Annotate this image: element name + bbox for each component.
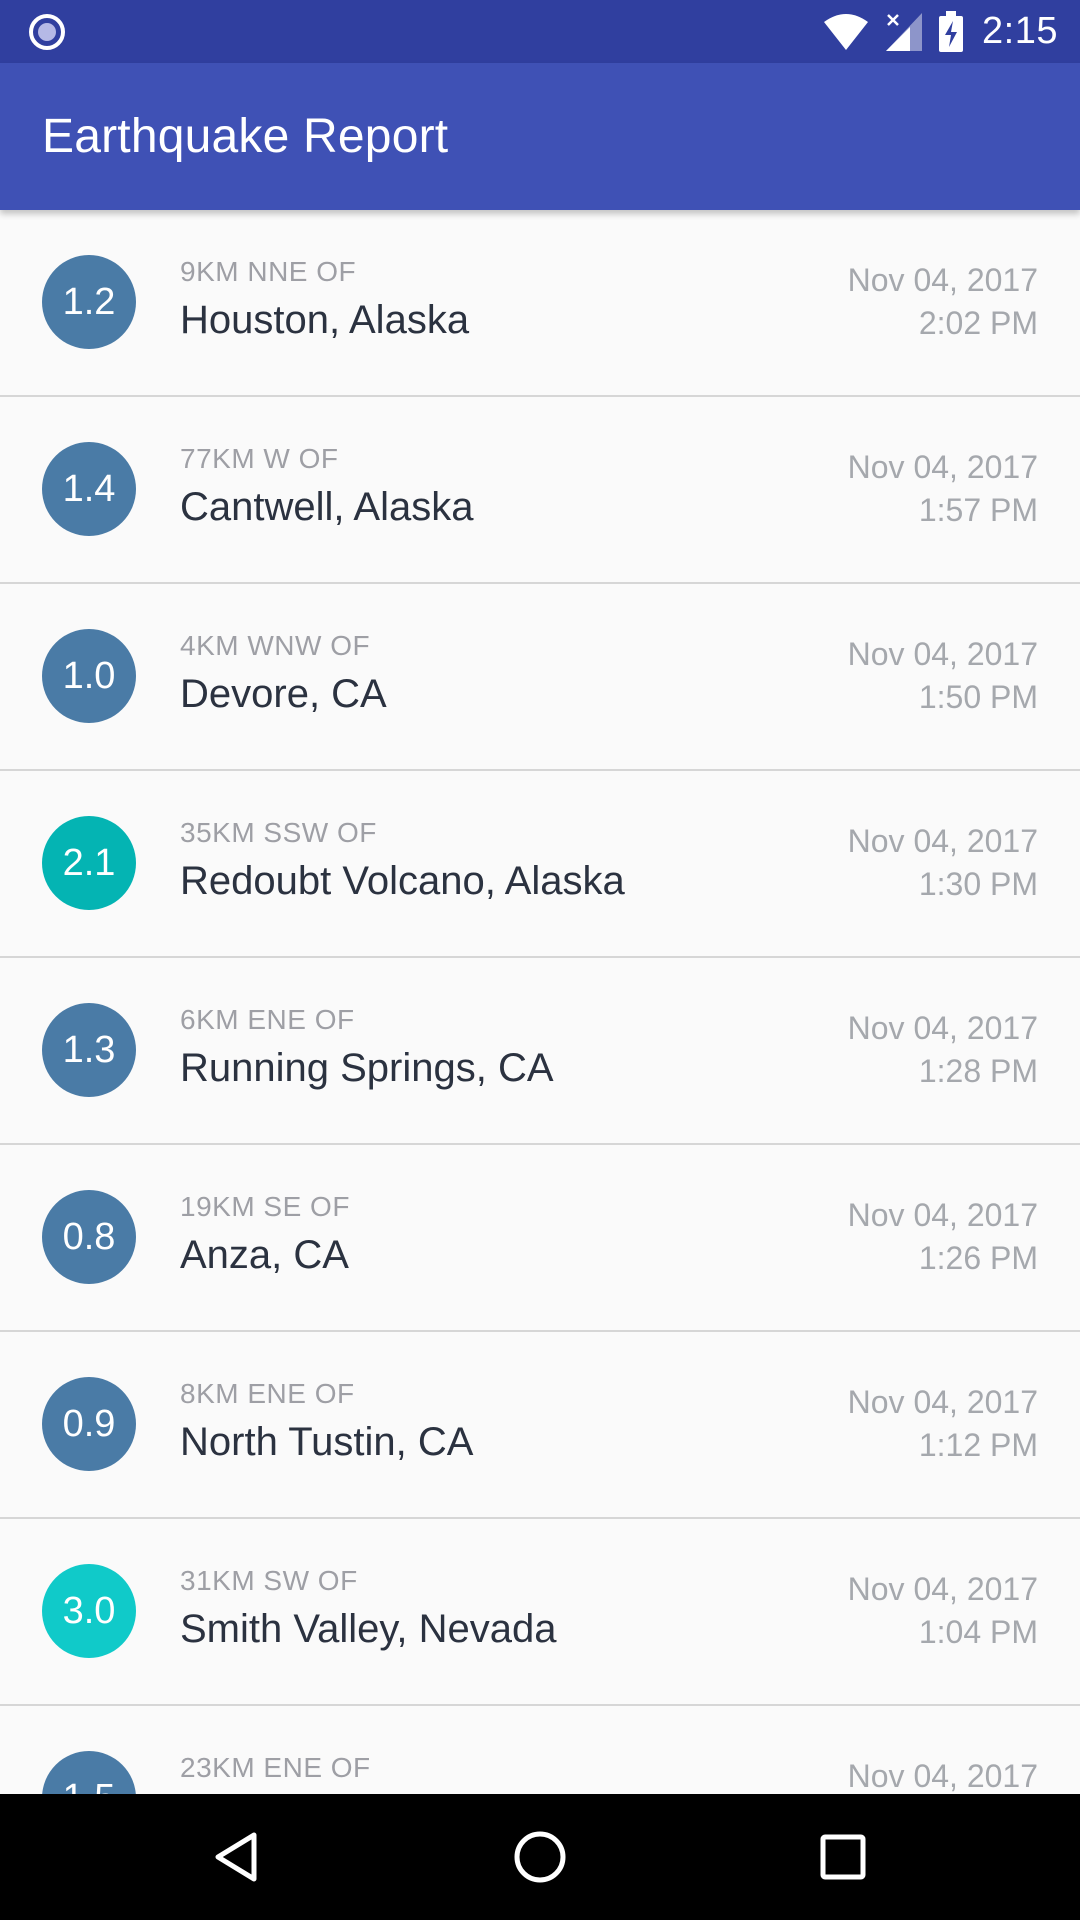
quake-date: Nov 04, 2017 (847, 1197, 1038, 1233)
list-item[interactable]: 2.1 35KM SSW OF Redoubt Volcano, Alaska Nov… (0, 771, 1080, 958)
wifi-icon (822, 12, 870, 52)
location-offset: 31KM SW OF (180, 1565, 358, 1596)
location-offset: 35KM SSW OF (180, 817, 377, 848)
quake-date: Nov 04, 2017 (847, 1571, 1038, 1607)
status-icons: 2:15 (822, 0, 1058, 63)
magnitude-badge: 1.0 (42, 629, 136, 723)
magnitude-badge: 2.1 (42, 816, 136, 910)
status-bar: 2:15 (0, 0, 1080, 63)
list-item[interactable]: 3.0 31KM SW OF Smith Valley, Nevada Nov 04,… (0, 1519, 1080, 1706)
app-bar: Earthquake Report (0, 63, 1080, 210)
primary-location: Cantwell, Alaska (180, 485, 474, 529)
list-item[interactable]: 1.2 9KM NNE OF Houston, Alaska Nov 04, 2017… (0, 210, 1080, 397)
quake-time: 1:50 PM (918, 679, 1038, 715)
list-item[interactable]: 0.9 8KM ENE OF North Tustin, CA Nov 04, 201… (0, 1332, 1080, 1519)
primary-location: Redoubt Volcano, Alaska (180, 859, 625, 903)
recents-icon[interactable] (803, 1817, 883, 1897)
primary-location: Devore, CA (180, 672, 387, 716)
location-offset: 8KM ENE OF (180, 1378, 355, 1409)
cellular-no-signal-icon (884, 11, 924, 53)
primary-location: North Tustin, CA (180, 1420, 474, 1464)
magnitude-badge: 1.3 (42, 1003, 136, 1097)
list-item[interactable]: 1.0 4KM WNW OF Devore, CA Nov 04, 2017 1:50 … (0, 584, 1080, 771)
magnitude-badge: 1.5 (42, 1751, 136, 1794)
quake-date: Nov 04, 2017 (847, 1010, 1038, 1046)
quake-time: 1:30 PM (918, 866, 1038, 902)
quake-time: 1:12 PM (918, 1427, 1038, 1463)
quake-date: Nov 04, 2017 (847, 1758, 1038, 1794)
list-item[interactable]: 1.5 23KM ENE OF Nov 04, 2017 (0, 1706, 1080, 1794)
primary-location: Smith Valley, Nevada (180, 1607, 557, 1651)
primary-location: Houston, Alaska (180, 298, 470, 342)
navigation-bar (0, 1794, 1080, 1920)
magnitude-badge: 1.4 (42, 442, 136, 536)
quake-date: Nov 04, 2017 (847, 823, 1038, 859)
notification-circle-icon (28, 13, 66, 51)
quake-time: 1:04 PM (918, 1614, 1038, 1650)
quake-date: Nov 04, 2017 (847, 636, 1038, 672)
quake-time: 2:02 PM (918, 305, 1038, 341)
list-item[interactable]: 0.8 19KM SE OF Anza, CA Nov 04, 2017 1:26 PM (0, 1145, 1080, 1332)
location-offset: 4KM WNW OF (180, 630, 371, 661)
location-offset: 77KM W OF (180, 443, 339, 474)
location-offset: 6KM ENE OF (180, 1004, 355, 1035)
magnitude-badge: 0.8 (42, 1190, 136, 1284)
magnitude-badge: 3.0 (42, 1564, 136, 1658)
earthquake-list[interactable]: 1.2 9KM NNE OF Houston, Alaska Nov 04, 2017… (0, 210, 1080, 1794)
app-title: Earthquake Report (42, 110, 449, 163)
primary-location: Running Springs, CA (180, 1046, 554, 1090)
status-time: 2:15 (982, 10, 1058, 52)
back-icon[interactable] (196, 1817, 276, 1897)
magnitude-badge: 0.9 (42, 1377, 136, 1471)
location-offset: 23KM ENE OF (180, 1752, 371, 1783)
list-item[interactable]: 1.3 6KM ENE OF Running Springs, CA Nov 04, … (0, 958, 1080, 1145)
quake-date: Nov 04, 2017 (847, 449, 1038, 485)
quake-time: 1:28 PM (918, 1053, 1038, 1089)
location-offset: 19KM SE OF (180, 1191, 350, 1222)
battery-charging-icon (938, 10, 964, 53)
list-item[interactable]: 1.4 77KM W OF Cantwell, Alaska Nov 04, 2017… (0, 397, 1080, 584)
primary-location: Anza, CA (180, 1233, 349, 1277)
home-icon[interactable] (500, 1817, 580, 1897)
magnitude-badge: 1.2 (42, 255, 136, 349)
quake-time: 1:57 PM (918, 492, 1038, 528)
location-offset: 9KM NNE OF (180, 256, 357, 287)
quake-date: Nov 04, 2017 (847, 262, 1038, 298)
quake-time: 1:26 PM (918, 1240, 1038, 1276)
quake-date: Nov 04, 2017 (847, 1384, 1038, 1420)
